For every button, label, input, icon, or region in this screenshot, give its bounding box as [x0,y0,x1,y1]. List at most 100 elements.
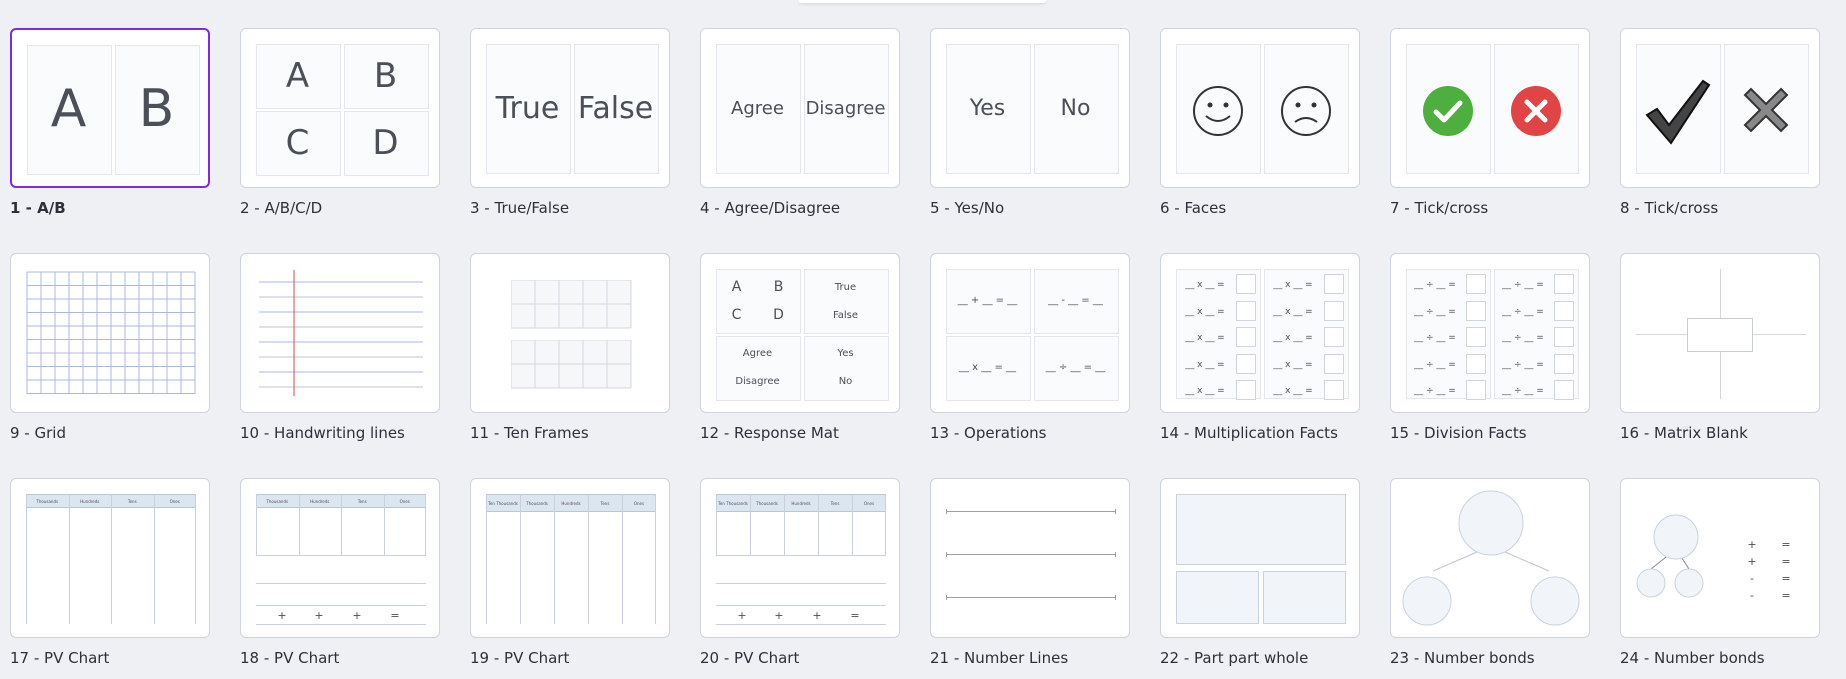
grid-lines [11,254,209,412]
pv-column-line [750,494,751,555]
template-card-24[interactable]: + = + = - = - = 24 - Number bonds [1620,478,1820,667]
template-label: 24 - Number bonds [1620,649,1765,667]
option-text: D [372,122,399,163]
pv-header-text: Ten Thousands [488,500,518,506]
pv-header-text: Ones [633,500,645,506]
pv-header-text: Tens [830,500,840,506]
pv-rule [716,555,886,556]
fact-text: __ x __ = [1273,333,1313,343]
fact-text: __ ÷ __ = [1414,280,1456,290]
template-card-17[interactable]: Thousands Hundreds Tens Ones 17 - PV Chart [10,478,210,667]
pv-column-line [818,494,819,555]
template-thumbnail [1390,478,1590,638]
template-card-7[interactable]: 7 - Tick/cross [1390,28,1590,217]
pv-column-line [554,494,555,624]
fact-text: __ x __ = [1273,280,1313,290]
x-mark-icon [1737,81,1795,139]
number-line [946,554,1116,555]
template-card-2[interactable]: A B C D 2 - A/B/C/D [240,28,440,217]
fact-text: __ ÷ __ = [1502,359,1544,370]
template-thumbnail: __ x __ = __ x __ = __ x __ = __ x __ = __ x… [1160,253,1360,413]
template-label: 6 - Faces [1160,199,1227,217]
pv-operator: = [390,608,400,622]
template-card-5[interactable]: Yes No 5 - Yes/No [930,28,1130,217]
template-thumbnail: __ + __ = __ __ - __ = __ __ x __ = __ __ ÷… [930,253,1130,413]
template-label: 7 - Tick/cross [1390,199,1489,217]
template-label: 20 - PV Chart [700,649,800,667]
template-card-21[interactable]: 21 - Number Lines [930,478,1130,667]
template-card-16[interactable]: 16 - Matrix Blank [1620,253,1820,442]
bond-operator: = [1781,588,1791,602]
pv-rule [256,605,426,606]
number-line-tick [1115,595,1116,600]
check-mark-icon [1643,75,1713,145]
pv-rule [716,624,886,625]
template-thumbnail: Thousands Hundreds Tens Ones + + + = [240,478,440,638]
template-label: 2 - A/B/C/D [240,199,323,217]
template-card-1[interactable]: AB 1 - A/B [10,28,210,217]
pv-operator: + [812,608,822,622]
bond-operator: = [1781,554,1791,568]
template-thumbnail: Thousands Hundreds Tens Ones [10,478,210,638]
option-text: B [373,55,398,96]
number-line [946,511,1116,512]
option-text: No [1060,95,1091,121]
template-label: 23 - Number bonds [1390,649,1535,667]
template-label: 21 - Number Lines [930,649,1069,667]
mat-text: No [838,375,853,387]
bond-operator: + [1747,537,1757,551]
template-card-15[interactable]: __ ÷ __ = __ ÷ __ = __ ÷ __ = __ ÷ __ = __ ÷… [1390,253,1590,442]
option-text: Agree [731,97,784,119]
template-card-22[interactable]: 22 - Part part whole [1160,478,1360,667]
template-card-19[interactable]: Ten Thousands Thousands Hundreds Tens Ones 19… [470,478,670,667]
pv-operator: + [774,608,784,622]
pv-rule [716,583,886,584]
template-card-12[interactable]: A B C D True False Agree Disagree Yes No 12 - Resp… [700,253,900,442]
answer-box [1554,380,1574,400]
template-thumbnail: Ten Thousands Thousands Hundreds Tens Ones + +… [700,478,900,638]
pv-header-text: Thousands [526,500,548,506]
option-text: False [577,90,654,126]
template-label: 19 - PV Chart [470,649,570,667]
mat-text: D [773,307,784,323]
fact-text: __ x __ = [1185,333,1225,343]
option-text: Disagree [805,97,886,119]
template-label: 22 - Part part whole [1160,649,1309,667]
template-card-8[interactable]: 8 - Tick/cross [1620,28,1820,217]
pv-column-line [885,494,886,555]
answer-box [1554,353,1574,374]
template-label: 1 - A/B [10,199,66,217]
template-card-3[interactable]: True False 3 - True/False [470,28,670,217]
template-card-10[interactable]: 10 - Handwriting lines [240,253,440,442]
template-label: 12 - Response Mat [700,424,839,442]
pv-column-line [588,494,589,624]
pv-column-line [341,494,342,555]
template-card-23[interactable]: 23 - Number bonds [1390,478,1590,667]
fact-text: __ ÷ __ = [1414,333,1456,343]
answer-box [1236,327,1256,347]
operation-text: __ + __ = __ [957,295,1018,306]
template-label: 13 - Operations [930,424,1047,442]
template-thumbnail [470,253,670,413]
fact-text: __ ÷ __ = [1502,333,1544,343]
template-card-13[interactable]: __ + __ = __ __ - __ = __ __ x __ = __ __ ÷… [930,253,1130,442]
handwriting-lines [241,254,439,412]
ten-frame [510,339,632,389]
template-label: 15 - Division Facts [1390,424,1527,442]
template-card-20[interactable]: Ten Thousands Thousands Hundreds Tens Ones + +… [700,478,900,667]
template-card-6[interactable]: 6 - Faces [1160,28,1360,217]
template-card-14[interactable]: __ x __ = __ x __ = __ x __ = __ x __ = __ x… [1160,253,1360,442]
part-box [1176,571,1259,624]
pv-operator: + [737,608,747,622]
template-card-18[interactable]: Thousands Hundreds Tens Ones + + + = 18 - PV Cha… [240,478,440,667]
template-card-9[interactable]: 9 - Grid [10,253,210,442]
pv-header-text: Tens [357,498,367,504]
pv-column-line [622,494,623,624]
pv-column-line [655,494,656,624]
fact-text: __ x __ = [1185,280,1225,290]
template-card-4[interactable]: Agree Disagree 4 - Agree/Disagree [700,28,900,217]
smiley-face-icon [1191,84,1245,138]
option-text: Yes [969,95,1006,121]
template-card-11[interactable]: 11 - Ten Frames [470,253,670,442]
template-label: 4 - Agree/Disagree [700,199,841,217]
